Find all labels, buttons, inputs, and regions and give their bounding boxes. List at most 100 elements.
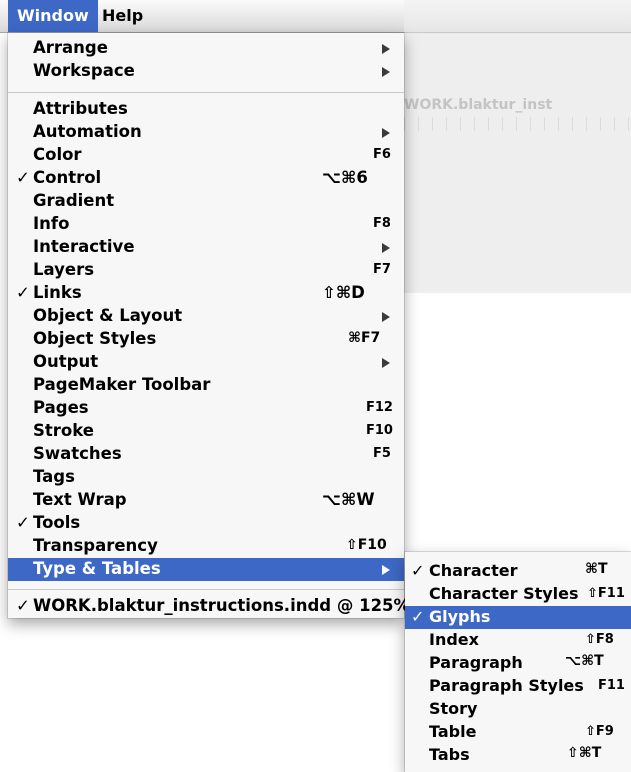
menu-item-label: PageMaker Toolbar xyxy=(33,375,211,394)
menu-item-label: Color xyxy=(33,145,82,164)
menu-item-label: Story xyxy=(429,699,478,718)
submenu-arrow-icon xyxy=(382,67,390,77)
menu-item-text-wrap[interactable]: Text Wrap ⌥⌘W xyxy=(8,489,404,512)
menu-item-shortcut: ⇧F9 xyxy=(585,724,614,739)
menu-item-shortcut: F7 xyxy=(373,262,391,277)
menu-help[interactable]: Help xyxy=(93,0,152,32)
checkmark-icon: ✓ xyxy=(411,607,425,626)
type-tables-submenu: ✓ Character ⌘T Character Styles ⇧F11 ✓ G… xyxy=(405,552,631,772)
menu-separator xyxy=(8,92,404,93)
menu-item-label: Control xyxy=(33,168,102,187)
menu-item-control[interactable]: ✓ Control ⌥⌘6 xyxy=(8,167,404,190)
menu-item-label: Automation xyxy=(33,122,142,141)
menu-item-label: Interactive xyxy=(33,237,135,256)
menu-item-label: Tags xyxy=(33,467,75,486)
menu-item-label: Stroke xyxy=(33,421,94,440)
submenu-arrow-icon xyxy=(382,312,390,322)
menu-item-shortcut: F11 xyxy=(598,678,625,693)
submenu-item-glyphs[interactable]: ✓ Glyphs xyxy=(405,606,631,629)
menu-item-transparency[interactable]: Transparency ⇧F10 xyxy=(8,535,404,558)
menu-item-layers[interactable]: Layers F7 xyxy=(8,259,404,282)
menu-item-shortcut: ⌘T xyxy=(585,561,608,577)
menu-window[interactable]: Window xyxy=(8,0,98,32)
menu-item-shortcut: F5 xyxy=(373,446,391,461)
menu-item-label: Character Styles xyxy=(429,584,579,603)
menu-item-tools[interactable]: ✓ Tools xyxy=(8,512,404,535)
submenu-item-story[interactable]: Story xyxy=(405,698,631,721)
menu-item-label: Links xyxy=(33,283,82,302)
menu-item-workspace[interactable]: Workspace xyxy=(8,60,404,83)
menu-item-shortcut: ⇧F11 xyxy=(587,586,625,601)
submenu-arrow-icon xyxy=(382,243,390,253)
menu-item-shortcut: ⇧⌘D xyxy=(322,283,365,302)
menu-item-label: Text Wrap xyxy=(33,490,127,509)
menu-item-label: Index xyxy=(429,630,479,649)
checkmark-icon: ✓ xyxy=(411,561,425,580)
menu-item-shortcut: F8 xyxy=(373,216,391,231)
menu-item-label: Layers xyxy=(33,260,95,279)
checkmark-icon: ✓ xyxy=(16,596,30,615)
menu-item-label: Gradient xyxy=(33,191,115,210)
menu-item-pages[interactable]: Pages F12 xyxy=(8,397,404,420)
menu-item-label: Swatches xyxy=(33,444,122,463)
menu-item-stroke[interactable]: Stroke F10 xyxy=(8,420,404,443)
submenu-arrow-icon xyxy=(382,44,390,54)
submenu-item-table[interactable]: Table ⇧F9 xyxy=(405,721,631,744)
menu-item-label: Paragraph Styles xyxy=(429,676,584,695)
menu-item-label: Type & Tables xyxy=(33,559,161,578)
menu-item-label: Object Styles xyxy=(33,329,157,348)
menu-item-label: Glyphs xyxy=(429,607,491,626)
menu-item-gradient[interactable]: Gradient xyxy=(8,190,404,213)
document-tab-title: WORK.blaktur_inst xyxy=(404,97,553,113)
menu-item-shortcut: F10 xyxy=(366,423,393,438)
submenu-item-character-styles[interactable]: Character Styles ⇧F11 xyxy=(405,583,631,606)
submenu-item-index[interactable]: Index ⇧F8 xyxy=(405,629,631,652)
menu-item-label: Info xyxy=(33,214,70,233)
menu-item-color[interactable]: Color F6 xyxy=(8,144,404,167)
menu-item-shortcut: ⌥⌘T xyxy=(565,653,604,669)
menu-item-object-styles[interactable]: Object Styles ⌘F7 xyxy=(8,328,404,351)
menu-item-shortcut: F12 xyxy=(366,400,393,415)
menu-item-label: Tabs xyxy=(429,745,470,764)
menu-item-label: Character xyxy=(429,561,518,580)
menu-separator xyxy=(8,589,404,590)
submenu-item-paragraph-styles[interactable]: Paragraph Styles F11 xyxy=(405,675,631,698)
menu-item-shortcut: ⌥⌘W xyxy=(322,490,375,509)
submenu-item-tabs[interactable]: Tabs ⇧⌘T xyxy=(405,744,631,767)
menu-item-attributes[interactable]: Attributes xyxy=(8,98,404,121)
menu-item-shortcut: ⌥⌘6 xyxy=(322,168,368,187)
menu-item-links[interactable]: ✓ Links ⇧⌘D xyxy=(8,282,404,305)
menu-item-pagemaker-toolbar[interactable]: PageMaker Toolbar xyxy=(8,374,404,397)
menu-item-shortcut: ⇧⌘T xyxy=(567,745,602,761)
app-background: WORK.blaktur_inst xyxy=(404,33,631,293)
checkmark-icon: ✓ xyxy=(16,283,30,302)
menu-item-tags[interactable]: Tags xyxy=(8,466,404,489)
menu-item-label: Object & Layout xyxy=(33,306,183,325)
menu-item-arrange[interactable]: Arrange xyxy=(8,37,404,60)
menu-item-type-tables[interactable]: Type & Tables xyxy=(8,558,404,581)
menu-item-label: WORK.blaktur_instructions.indd @ 125% xyxy=(33,596,411,615)
submenu-item-paragraph[interactable]: Paragraph ⌥⌘T xyxy=(405,652,631,675)
submenu-item-character[interactable]: ✓ Character ⌘T xyxy=(405,560,631,583)
checkmark-icon: ✓ xyxy=(16,168,30,187)
menu-item-label: Attributes xyxy=(33,99,128,118)
menu-item-label: Arrange xyxy=(33,38,108,57)
menu-item-label: Workspace xyxy=(33,61,135,80)
menu-item-shortcut: ⇧F8 xyxy=(585,632,614,647)
menu-item-info[interactable]: Info F8 xyxy=(8,213,404,236)
menu-item-object-layout[interactable]: Object & Layout xyxy=(8,305,404,328)
window-menu-dropdown: Arrange Workspace Attributes Automation … xyxy=(8,33,410,618)
menu-item-output[interactable]: Output xyxy=(8,351,404,374)
menu-item-label: Pages xyxy=(33,398,89,417)
menu-item-automation[interactable]: Automation xyxy=(8,121,404,144)
menu-item-swatches[interactable]: Swatches F5 xyxy=(8,443,404,466)
submenu-arrow-icon xyxy=(382,565,390,575)
menu-item-open-document[interactable]: ✓ WORK.blaktur_instructions.indd @ 125% xyxy=(8,595,410,618)
menu-item-shortcut: F6 xyxy=(373,147,391,162)
menu-item-label: Transparency xyxy=(33,536,158,555)
checkmark-icon: ✓ xyxy=(16,513,30,532)
menu-item-shortcut: ⌘F7 xyxy=(348,330,381,346)
ruler xyxy=(404,117,631,131)
menu-item-interactive[interactable]: Interactive xyxy=(8,236,404,259)
menu-item-label: Output xyxy=(33,352,99,371)
